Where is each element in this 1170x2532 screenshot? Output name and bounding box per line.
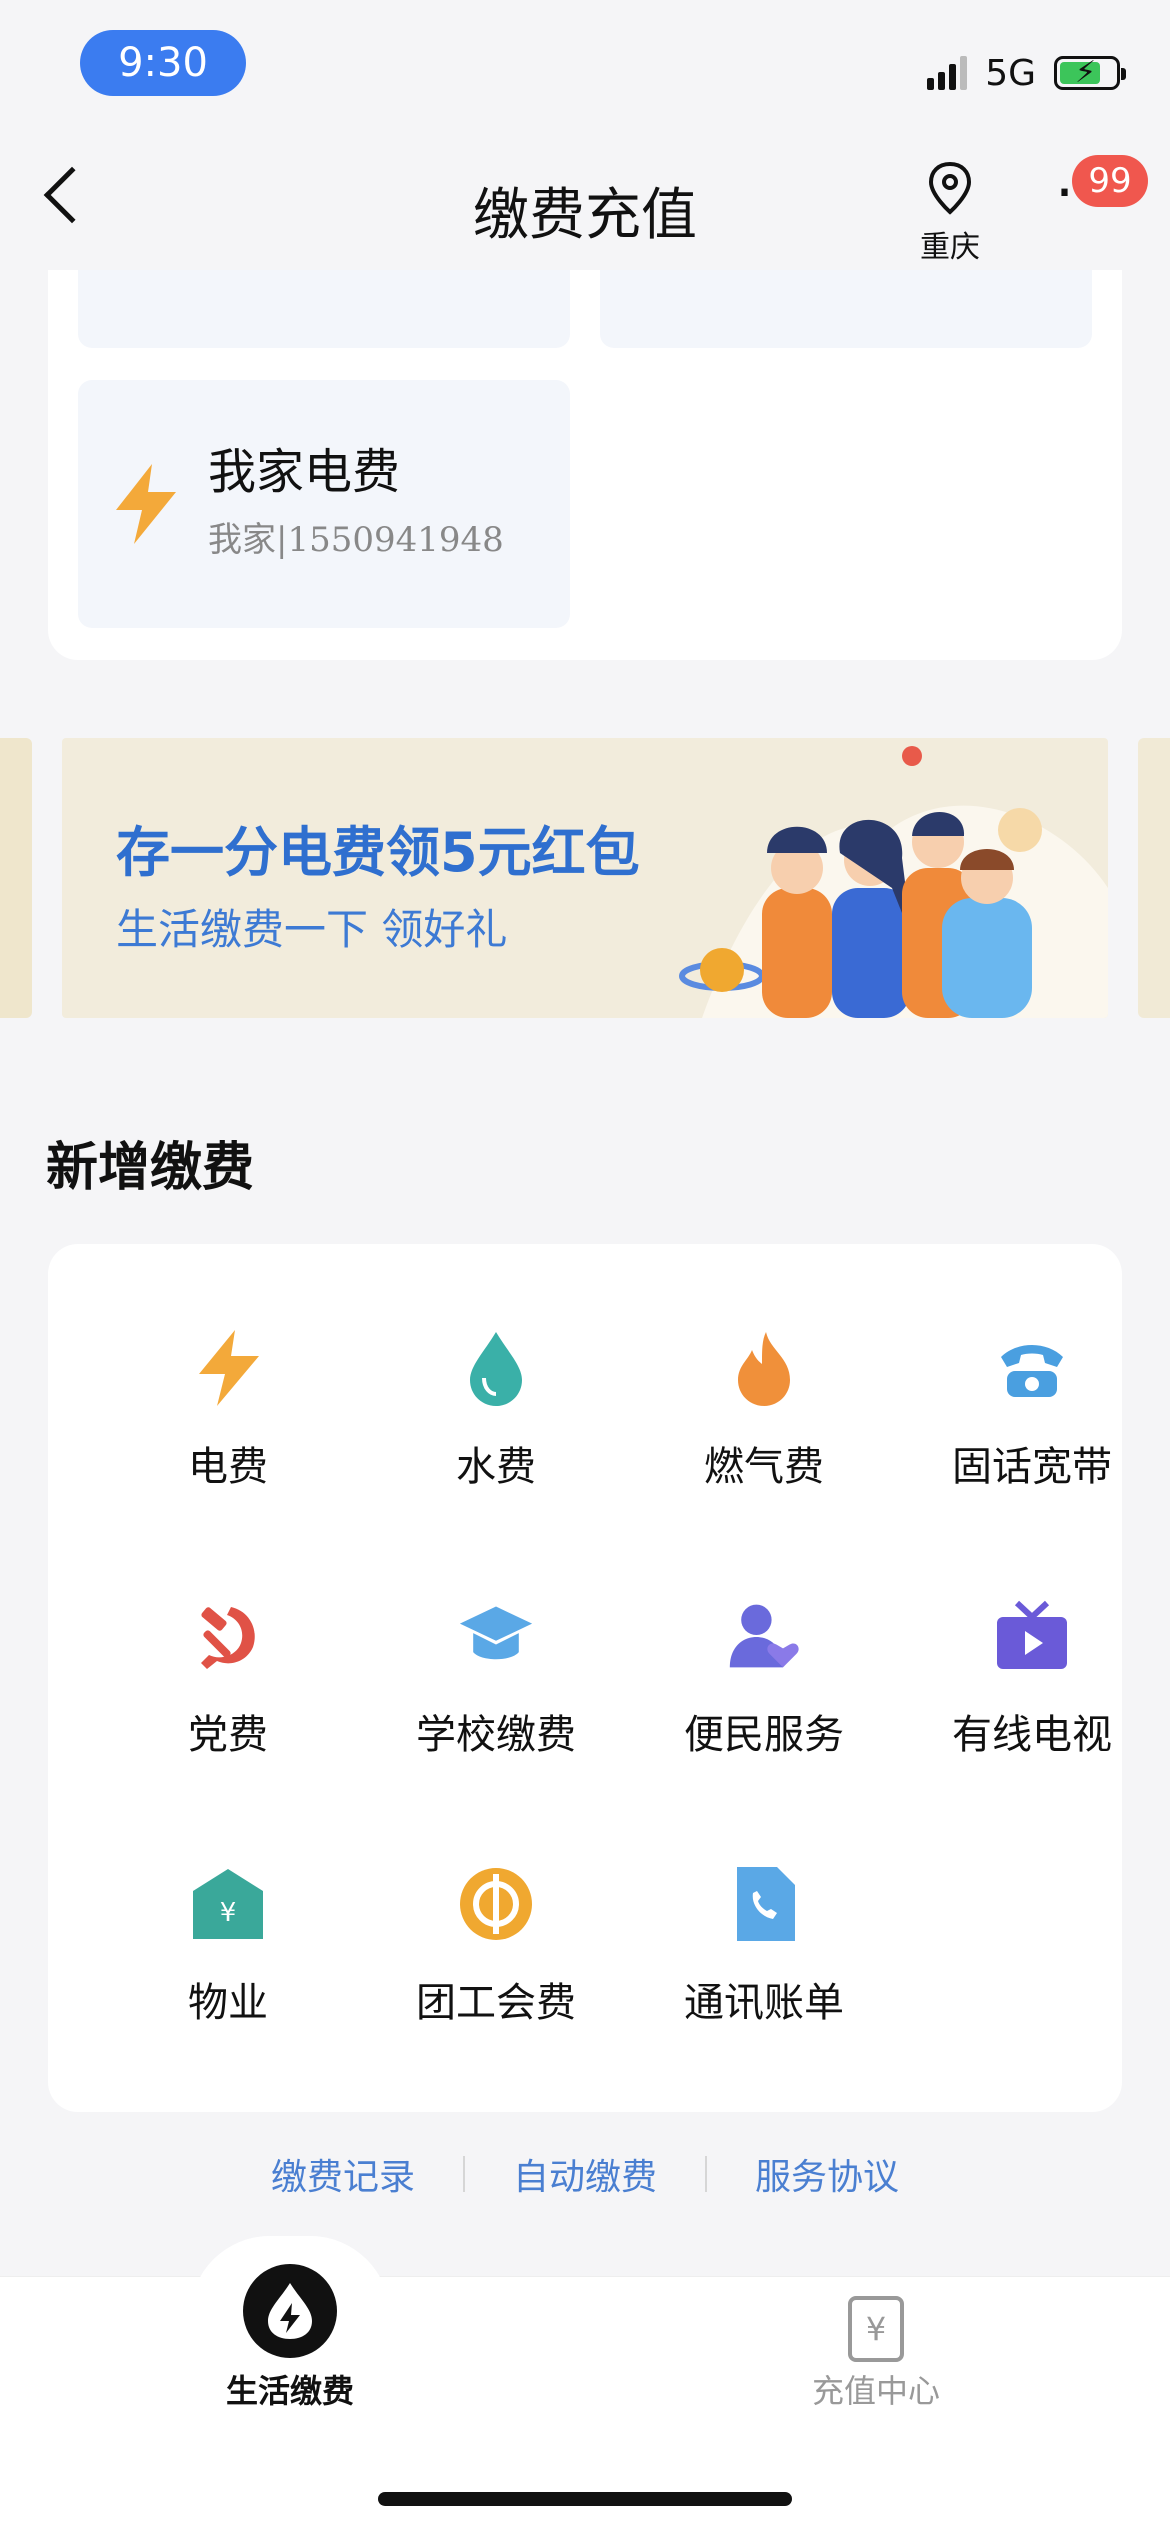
user-heart-icon xyxy=(729,1604,799,1668)
payment-item-cable-tv[interactable]: 有线电视 xyxy=(898,1596,1166,1796)
status-indicators: 5G ⚡ xyxy=(927,48,1126,98)
location-selector[interactable]: 重庆 xyxy=(910,160,990,266)
saved-bill-name: 我家电费 xyxy=(208,444,401,500)
payment-item-label: 有线电视 xyxy=(952,1712,1112,1758)
payment-item-label: 燃气费 xyxy=(704,1444,824,1490)
new-payment-heading: 新增缴费 xyxy=(46,1138,255,1198)
payment-item-school[interactable]: 学校缴费 xyxy=(362,1596,630,1796)
union-coin-icon xyxy=(460,1868,532,1940)
payment-item-gas[interactable]: 燃气费 xyxy=(630,1328,898,1528)
payment-item-party-dues[interactable]: 党费 xyxy=(94,1596,362,1796)
flame-icon xyxy=(738,1332,790,1406)
svg-text:¥: ¥ xyxy=(220,1898,237,1928)
payment-item-convenience-services[interactable]: 便民服务 xyxy=(630,1596,898,1796)
payment-item-label: 通讯账单 xyxy=(684,1980,844,2026)
payment-item-union-dues[interactable]: 团工会费 xyxy=(362,1864,630,2064)
lightning-icon xyxy=(199,1330,259,1406)
payment-item-telecom-bill[interactable]: 通讯账单 xyxy=(630,1864,898,2064)
page-title: 缴费充值 xyxy=(473,183,697,248)
banner-next-peek[interactable] xyxy=(1138,738,1170,1018)
payment-item-label: 水费 xyxy=(456,1444,536,1490)
home-indicator xyxy=(378,2492,792,2506)
graduation-cap-icon xyxy=(459,1606,533,1660)
phone-bill-icon xyxy=(737,1867,795,1941)
location-label: 重庆 xyxy=(920,230,980,265)
notification-badge: 99 xyxy=(1072,155,1148,207)
battery-icon: ⚡ xyxy=(1054,55,1126,90)
payment-item-landline-broadband[interactable]: 固话宽带 xyxy=(898,1328,1166,1528)
network-label: 5G xyxy=(985,52,1036,94)
lightning-icon xyxy=(116,464,176,544)
payment-item-label: 党费 xyxy=(188,1712,268,1758)
link-divider xyxy=(705,2156,707,2192)
payment-item-property[interactable]: ¥ 物业 xyxy=(94,1864,362,2064)
new-payment-grid: 电费 水费 燃气费 固话宽带 党费 学校缴费 便民服务 有线电视 ¥ 物业 团工… xyxy=(48,1244,1122,2112)
signal-icon xyxy=(927,56,968,90)
tab-life-payment[interactable]: 生活缴费 xyxy=(190,2366,390,2412)
tab-recharge-center[interactable]: 充值中心 xyxy=(776,2366,976,2412)
payment-item-label: 学校缴费 xyxy=(416,1712,576,1758)
payment-item-water[interactable]: 水费 xyxy=(362,1328,630,1528)
location-pin-icon xyxy=(928,161,972,215)
banner-title: 存一分电费领5元红包 xyxy=(116,821,640,884)
life-payment-icon[interactable] xyxy=(243,2264,337,2358)
auto-payment-link[interactable]: 自动缴费 xyxy=(513,2148,657,2200)
banner-prev-peek[interactable] xyxy=(0,738,32,1018)
saved-bill-tile[interactable] xyxy=(600,270,1092,348)
banner-subtitle: 生活缴费一下 领好礼 xyxy=(116,905,508,954)
saved-bill-account: 我家|1550941948 xyxy=(208,520,504,560)
saved-bill-tile[interactable] xyxy=(78,270,570,348)
tv-icon xyxy=(997,1600,1067,1669)
payment-item-label: 便民服务 xyxy=(684,1712,844,1758)
hammer-sickle-icon xyxy=(201,1607,255,1669)
service-agreement-link[interactable]: 服务协议 xyxy=(755,2148,899,2200)
water-drop-icon xyxy=(470,1332,522,1406)
link-divider xyxy=(462,2156,465,2192)
status-time: 9:30 xyxy=(80,30,246,96)
payment-item-label: 物业 xyxy=(188,1980,268,2026)
payment-records-link[interactable]: 缴费记录 xyxy=(271,2148,415,2200)
payment-item-label: 团工会费 xyxy=(416,1980,576,2026)
telephone-icon xyxy=(1001,1345,1063,1397)
tab-drop-icon xyxy=(268,2283,312,2339)
payment-item-electricity[interactable]: 电费 xyxy=(94,1328,362,1528)
recharge-icon[interactable]: ¥ xyxy=(848,2296,904,2362)
house-yen-icon: ¥ xyxy=(193,1869,263,1939)
payment-item-label: 固话宽带 xyxy=(952,1444,1112,1490)
footer-links: 缴费记录 自动缴费 服务协议 xyxy=(0,2148,1170,2200)
payment-item-label: 电费 xyxy=(188,1444,268,1490)
